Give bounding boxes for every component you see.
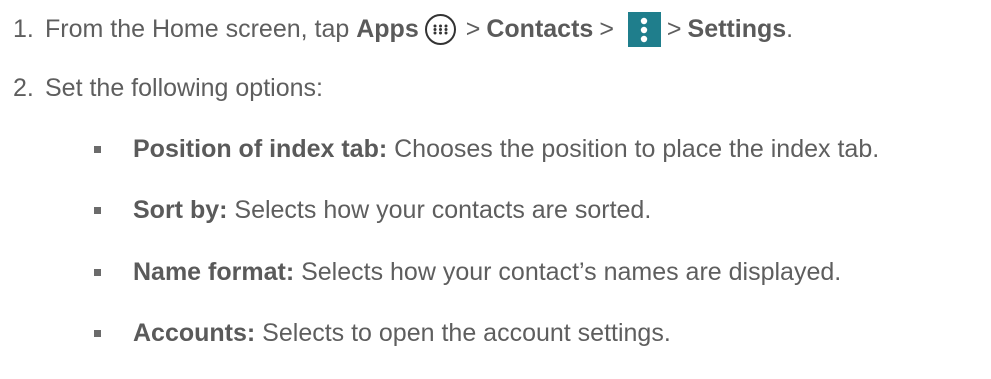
bullet-icon xyxy=(94,269,101,276)
settings-label: Settings xyxy=(687,15,787,43)
more-options-icon xyxy=(627,12,661,47)
option-term: Accounts: xyxy=(133,319,256,347)
apps-grid-icon xyxy=(424,14,456,45)
step-2: 2. Set the following options: xyxy=(13,74,323,103)
apps-label: Apps xyxy=(356,15,419,43)
step-number: 1. xyxy=(13,15,34,43)
separator: > xyxy=(599,15,614,43)
bullet-icon xyxy=(94,330,101,337)
option-description: Selects how your contact’s names are dis… xyxy=(294,258,842,286)
option-term: Position of index tab: xyxy=(133,135,388,163)
option-item: Name format: Selects how your contact’s … xyxy=(94,258,841,287)
step-1: 1. From the Home screen, tap Apps > Cont… xyxy=(13,12,793,47)
step-text: Set the following options: xyxy=(45,74,323,102)
bullet-icon xyxy=(94,207,101,214)
bullet-icon xyxy=(94,146,101,153)
option-item: Position of index tab: Chooses the posit… xyxy=(94,135,879,164)
step-number: 2. xyxy=(13,74,34,102)
separator: > xyxy=(465,15,481,43)
option-description: Chooses the position to place the index … xyxy=(387,135,880,163)
option-item: Accounts: Selects to open the account se… xyxy=(94,319,671,348)
option-item: Sort by: Selects how your contacts are s… xyxy=(94,196,651,225)
contacts-label: Contacts xyxy=(486,15,594,43)
option-description: Selects how your contacts are sorted. xyxy=(227,196,652,224)
period: . xyxy=(786,15,794,43)
option-term: Sort by: xyxy=(133,196,228,224)
option-description: Selects to open the account settings. xyxy=(255,319,671,347)
option-term: Name format: xyxy=(133,258,295,286)
step-text: From the Home screen, tap xyxy=(45,15,357,43)
separator: > xyxy=(666,15,682,43)
